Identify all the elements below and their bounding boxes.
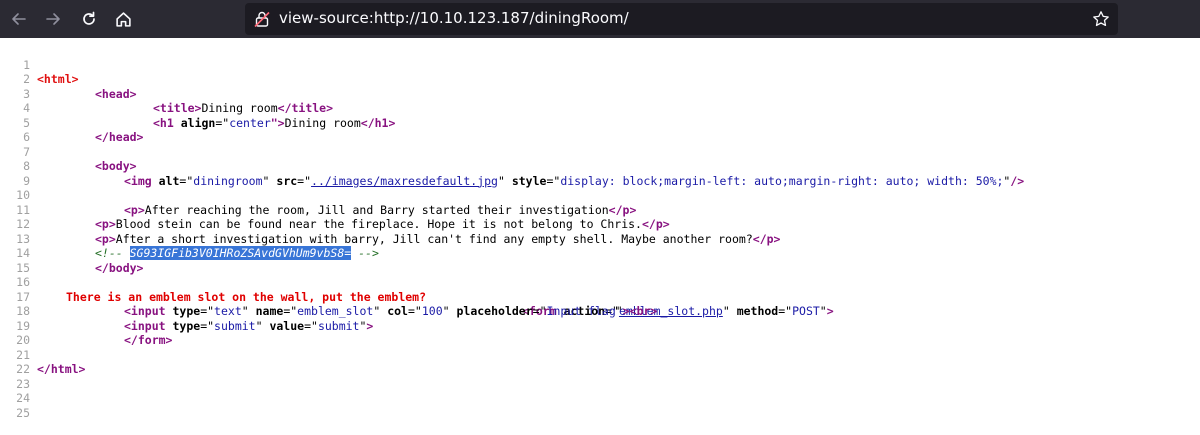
reload-icon[interactable] bbox=[74, 4, 104, 34]
source-line: 9 bbox=[0, 159, 1200, 188]
lock-warning-icon[interactable] bbox=[253, 10, 271, 28]
source-line: 8 <img alt="diningroom" src="../images/m… bbox=[0, 145, 1200, 188]
source-line: 2 <head> bbox=[0, 58, 1200, 101]
address-bar[interactable]: view-source:http://10.10.123.187/diningR… bbox=[245, 3, 1118, 35]
home-icon[interactable] bbox=[108, 4, 138, 34]
source-line: 23 bbox=[0, 362, 1200, 391]
source-line: 25 bbox=[0, 391, 1200, 420]
source-line: 21 </html> bbox=[0, 333, 1200, 377]
source-line: 16 There is an emblem slot on the wall, … bbox=[0, 261, 1200, 318]
bookmark-star-icon[interactable] bbox=[1092, 10, 1110, 28]
line-number: 25 bbox=[16, 405, 30, 420]
source-line: 1 <html> bbox=[0, 43, 1200, 87]
back-arrow-icon[interactable] bbox=[4, 4, 34, 34]
url-text[interactable]: view-source:http://10.10.123.187/diningR… bbox=[279, 9, 629, 27]
source-line: 20 bbox=[0, 319, 1200, 347]
source-line: 7 <body> bbox=[0, 130, 1200, 174]
source-line: 5 </head> bbox=[0, 101, 1200, 145]
source-line: 22 bbox=[0, 348, 1200, 376]
source-line: 18 <input type="submit" value="submit"> bbox=[0, 290, 1200, 333]
source-line: 15 bbox=[0, 246, 1200, 275]
browser-toolbar: view-source:http://10.10.123.187/diningR… bbox=[0, 0, 1200, 38]
source-line: 12 <p>After a short investigation with b… bbox=[0, 203, 1200, 246]
source-line: 24 bbox=[0, 377, 1200, 405]
source-line: 4 <h1 align="center">Dining room</h1> bbox=[0, 87, 1200, 130]
source-line: 10 <p>After reaching the room, Jill and … bbox=[0, 174, 1200, 217]
source-line: 19 </form> bbox=[0, 304, 1200, 348]
source-view: 1 <html> 2 <head> 3 <title>Dining room</… bbox=[0, 43, 1200, 433]
forward-arrow-icon[interactable] bbox=[38, 4, 68, 34]
source-line: 17 <input type="text" name="emblem_slot"… bbox=[0, 275, 1200, 319]
source-line: 13 <!-- SG93IGFib3V0IHRoZSAvdGVhUm9vbS8=… bbox=[0, 217, 1200, 260]
source-line: 3 <title>Dining room</title> bbox=[0, 72, 1200, 116]
source-line: 11 <p>Blood stein can be found near the … bbox=[0, 188, 1200, 232]
source-line: 6 bbox=[0, 116, 1200, 144]
source-line: 14 </body> bbox=[0, 232, 1200, 275]
